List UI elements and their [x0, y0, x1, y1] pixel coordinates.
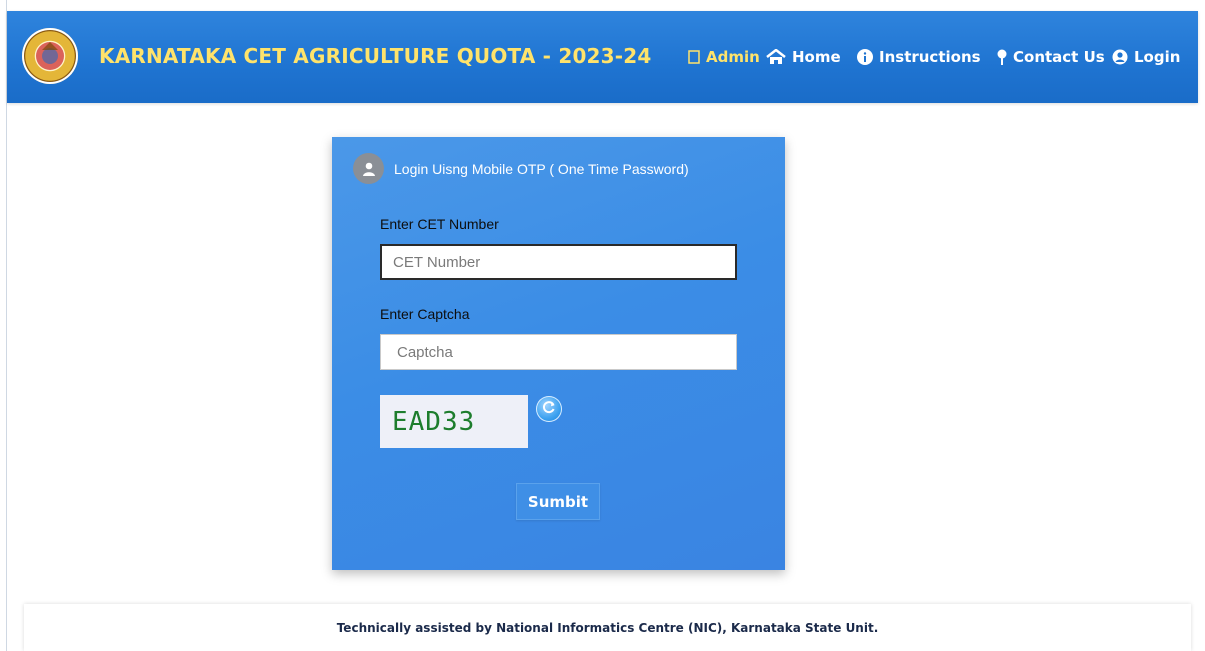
nav-admin-label: Admin: [706, 48, 760, 66]
submit-button[interactable]: Sumbit: [516, 483, 600, 520]
footer-credit-text: Technically assisted by National Informa…: [336, 620, 879, 635]
user-avatar-icon: [353, 153, 384, 184]
user-circle-icon: [1112, 49, 1128, 65]
site-title: KARNATAKA CET AGRICULTURE QUOTA - 2023-2…: [99, 44, 652, 68]
login-card-header: Login Uisng Mobile OTP ( One Time Passwo…: [353, 153, 689, 184]
cet-number-input[interactable]: [380, 244, 737, 280]
karnataka-emblem-icon: [22, 28, 78, 84]
captcha-image-text: EAD33: [392, 406, 476, 437]
map-pin-icon: [997, 49, 1007, 65]
top-navbar: KARNATAKA CET AGRICULTURE QUOTA - 2023-2…: [7, 11, 1198, 103]
captcha-label: Enter Captcha: [380, 306, 470, 322]
captcha-image: EAD33: [380, 395, 528, 448]
nav-admin[interactable]: Admin: [688, 48, 760, 66]
home-icon: [766, 49, 786, 65]
captcha-refresh-button[interactable]: [536, 396, 562, 422]
nav-home-label: Home: [792, 48, 841, 66]
captcha-input[interactable]: [380, 334, 737, 370]
admin-icon: [688, 50, 700, 64]
nav-home[interactable]: Home: [766, 48, 841, 66]
nav-contact-us[interactable]: Contact Us: [997, 48, 1105, 66]
login-card-title: Login Uisng Mobile OTP ( One Time Passwo…: [394, 160, 689, 177]
nav-login[interactable]: Login: [1112, 48, 1180, 66]
nav-contact-us-label: Contact Us: [1013, 48, 1105, 66]
nav-instructions[interactable]: Instructions: [857, 48, 981, 66]
cet-number-label: Enter CET Number: [380, 216, 499, 232]
info-circle-icon: [857, 49, 873, 65]
nav-instructions-label: Instructions: [879, 48, 981, 66]
refresh-icon: [541, 399, 557, 420]
login-card: Login Uisng Mobile OTP ( One Time Passwo…: [332, 137, 785, 570]
footer: Technically assisted by National Informa…: [24, 604, 1191, 651]
nav-login-label: Login: [1134, 48, 1181, 66]
